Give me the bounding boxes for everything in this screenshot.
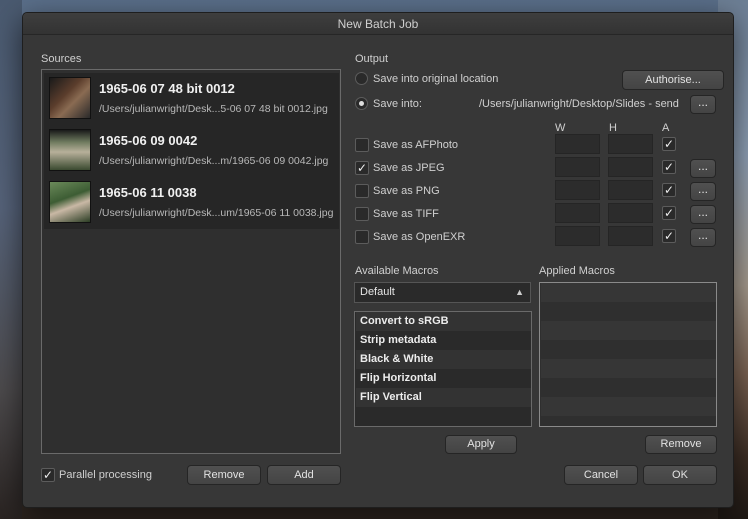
sources-label: Sources bbox=[41, 53, 82, 65]
source-item[interactable]: 1965-06 11 0038 /Users/julianwright/Desk… bbox=[44, 177, 339, 229]
applied-macros-list[interactable] bbox=[539, 282, 717, 427]
source-path: /Users/julianwright/Desk...5-06 07 48 bi… bbox=[99, 103, 328, 115]
applied-list-stripe bbox=[541, 397, 716, 416]
save-tiff-checkbox[interactable] bbox=[355, 207, 369, 221]
remove-macro-button[interactable]: Remove bbox=[645, 435, 717, 454]
apply-macro-button[interactable]: Apply bbox=[445, 435, 517, 454]
updown-chevron-icon: ▲ bbox=[515, 287, 524, 297]
tiff-aspect-checkbox[interactable]: ✓ bbox=[662, 206, 676, 220]
applied-macros-label: Applied Macros bbox=[539, 265, 615, 277]
jpeg-height-field[interactable] bbox=[608, 157, 653, 177]
authorise-button[interactable]: Authorise... bbox=[622, 70, 724, 90]
source-thumbnail bbox=[49, 181, 91, 223]
tiff-width-field[interactable] bbox=[555, 203, 600, 223]
batch-job-dialog: New Batch Job Sources 1965-06 07 48 bit … bbox=[22, 12, 734, 508]
jpeg-aspect-checkbox[interactable]: ✓ bbox=[662, 160, 676, 174]
save-openexr-checkbox[interactable] bbox=[355, 230, 369, 244]
ok-button[interactable]: OK bbox=[643, 465, 717, 485]
openexr-width-field[interactable] bbox=[555, 226, 600, 246]
save-into-path: /Users/julianwright/Desktop/Slides - sen… bbox=[479, 98, 679, 110]
macro-list-item[interactable]: Flip Vertical bbox=[356, 388, 531, 407]
source-name: 1965-06 09 0042 bbox=[99, 133, 198, 148]
original-location-radio[interactable] bbox=[355, 72, 368, 85]
save-png-label: Save as PNG bbox=[373, 185, 440, 197]
original-location-label: Save into original location bbox=[373, 73, 499, 85]
jpeg-options-button[interactable]: ... bbox=[690, 159, 716, 178]
tiff-height-field[interactable] bbox=[608, 203, 653, 223]
save-tiff-label: Save as TIFF bbox=[373, 208, 439, 220]
desktop-background-left bbox=[0, 0, 22, 519]
width-column-header: W bbox=[555, 122, 566, 134]
png-width-field[interactable] bbox=[555, 180, 600, 200]
aspect-column-header: A bbox=[662, 122, 670, 134]
jpeg-width-field[interactable] bbox=[555, 157, 600, 177]
applied-list-stripe bbox=[541, 359, 716, 378]
save-jpeg-checkbox[interactable]: ✓ bbox=[355, 161, 369, 175]
applied-list-stripe bbox=[541, 283, 716, 302]
sources-list[interactable]: 1965-06 07 48 bit 0012 /Users/julianwrig… bbox=[41, 69, 341, 454]
cancel-button[interactable]: Cancel bbox=[564, 465, 638, 485]
png-aspect-checkbox[interactable]: ✓ bbox=[662, 183, 676, 197]
save-openexr-label: Save as OpenEXR bbox=[373, 231, 466, 243]
parallel-processing-checkbox[interactable]: ✓ bbox=[41, 468, 55, 482]
save-afphoto-checkbox[interactable] bbox=[355, 138, 369, 152]
png-height-field[interactable] bbox=[608, 180, 653, 200]
height-column-header: H bbox=[609, 122, 617, 134]
applied-list-stripe bbox=[541, 321, 716, 340]
output-label: Output bbox=[355, 53, 389, 65]
openexr-options-button[interactable]: ... bbox=[690, 228, 716, 247]
macro-list-item[interactable]: Convert to sRGB bbox=[356, 312, 531, 331]
save-jpeg-label: Save as JPEG bbox=[373, 162, 445, 174]
source-path: /Users/julianwright/Desk...m/1965-06 09 … bbox=[99, 155, 329, 167]
browse-button[interactable]: ... bbox=[690, 95, 716, 114]
afphoto-height-field[interactable] bbox=[608, 134, 653, 154]
available-macros-label: Available Macros bbox=[355, 265, 439, 277]
afphoto-aspect-checkbox[interactable]: ✓ bbox=[662, 137, 676, 151]
macro-list-item[interactable]: Strip metadata bbox=[356, 331, 531, 350]
save-into-radio[interactable] bbox=[355, 97, 368, 110]
openexr-height-field[interactable] bbox=[608, 226, 653, 246]
save-afphoto-label: Save as AFPhoto bbox=[373, 139, 458, 151]
add-source-button[interactable]: Add bbox=[267, 465, 341, 485]
macro-list-item[interactable]: Flip Horizontal bbox=[356, 369, 531, 388]
parallel-processing-label: Parallel processing bbox=[59, 469, 152, 481]
source-item[interactable]: 1965-06 07 48 bit 0012 /Users/julianwrig… bbox=[44, 73, 339, 125]
macro-category-select[interactable]: Default ▲ bbox=[354, 282, 531, 303]
macro-list-item[interactable]: Black & White bbox=[356, 350, 531, 369]
openexr-aspect-checkbox[interactable]: ✓ bbox=[662, 229, 676, 243]
dialog-title: New Batch Job bbox=[23, 13, 733, 35]
save-png-checkbox[interactable] bbox=[355, 184, 369, 198]
source-path: /Users/julianwright/Desk...um/1965-06 11… bbox=[99, 207, 334, 219]
afphoto-width-field[interactable] bbox=[555, 134, 600, 154]
source-thumbnail bbox=[49, 77, 91, 119]
png-options-button[interactable]: ... bbox=[690, 182, 716, 201]
remove-source-button[interactable]: Remove bbox=[187, 465, 261, 485]
source-item[interactable]: 1965-06 09 0042 /Users/julianwright/Desk… bbox=[44, 125, 339, 177]
save-into-label: Save into: bbox=[373, 98, 422, 110]
source-name: 1965-06 07 48 bit 0012 bbox=[99, 81, 235, 96]
source-name: 1965-06 11 0038 bbox=[99, 185, 197, 200]
available-macros-list[interactable]: Convert to sRGB Strip metadata Black & W… bbox=[354, 311, 532, 427]
tiff-options-button[interactable]: ... bbox=[690, 205, 716, 224]
macro-category-value: Default bbox=[360, 286, 395, 298]
source-thumbnail bbox=[49, 129, 91, 171]
